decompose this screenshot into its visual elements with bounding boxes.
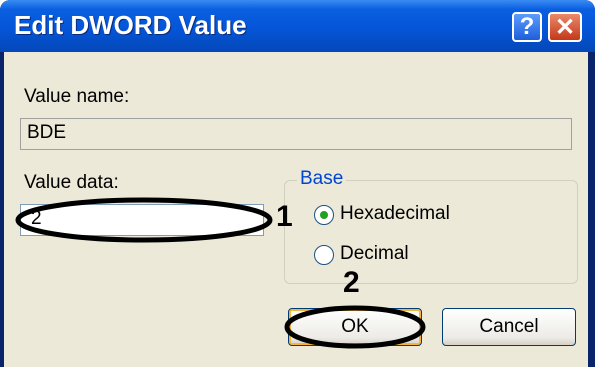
value-name-field: BDE: [20, 118, 572, 150]
ok-button[interactable]: OK: [288, 308, 422, 346]
close-icon: ✕: [554, 13, 576, 41]
cancel-button[interactable]: Cancel: [442, 308, 576, 346]
annotation-step-2: 2: [343, 266, 360, 299]
value-name-label: Value name:: [24, 86, 130, 107]
radio-hexadecimal[interactable]: [314, 205, 334, 225]
ok-button-label: OK: [341, 316, 369, 337]
close-button[interactable]: ✕: [548, 12, 582, 42]
value-data-input[interactable]: 2: [20, 204, 264, 236]
base-groupbox: Base: [284, 168, 578, 284]
radio-decimal-label[interactable]: Decimal: [340, 243, 409, 265]
title-bar[interactable]: Edit DWORD Value ? ✕: [0, 0, 595, 52]
dialog-body: Value name: BDE Value data: 2 Base Hexad…: [4, 52, 588, 367]
edit-dword-dialog: Edit DWORD Value ? ✕ Value name: BDE Val…: [0, 0, 595, 367]
base-group-title: Base: [297, 168, 347, 190]
value-data-label: Value data:: [24, 172, 119, 193]
cancel-button-label: Cancel: [479, 316, 539, 337]
radio-decimal[interactable]: [314, 245, 334, 265]
annotation-step-1: 1: [276, 200, 293, 233]
radio-hexadecimal-label[interactable]: Hexadecimal: [340, 203, 450, 225]
help-button[interactable]: ?: [512, 12, 542, 42]
radio-selected-dot: [320, 211, 328, 219]
dialog-title: Edit DWORD Value: [14, 10, 247, 40]
help-icon: ?: [519, 13, 535, 40]
